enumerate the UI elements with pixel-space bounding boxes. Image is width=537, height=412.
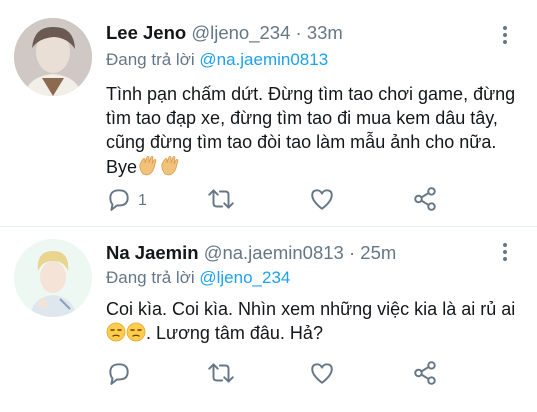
share-icon[interactable] [412, 360, 438, 391]
more-options-icon[interactable] [503, 26, 507, 44]
avatar[interactable] [14, 239, 92, 317]
retweet-icon[interactable] [206, 360, 236, 391]
retweet-button[interactable] [206, 188, 236, 214]
tweet-text-part2: . Lương tâm đâu. Hả? [146, 323, 323, 343]
timestamp[interactable]: 25m [360, 242, 396, 263]
tweet-text-part1: Coi kìa. Coi kìa. Nhìn xem những việc ki… [106, 299, 516, 319]
reply-icon[interactable] [106, 186, 132, 217]
share-icon[interactable] [412, 186, 438, 217]
handle[interactable]: @na.jaemin0813 [204, 242, 344, 263]
timestamp[interactable]: 33m [307, 22, 343, 43]
display-name[interactable]: Lee Jeno [106, 22, 186, 43]
retweet-button[interactable] [206, 362, 236, 388]
like-icon[interactable] [309, 186, 335, 217]
tweet-text: Tình pạn chấm dứt. Đừng tìm tao chơi gam… [106, 82, 516, 182]
reply-mention-link[interactable]: @ljeno_234 [199, 268, 290, 287]
handle[interactable]: @ljeno_234 [191, 22, 290, 43]
waving-hand-icon [159, 154, 181, 182]
tweet[interactable]: Lee Jeno @ljeno_234 · 33m Đang trả lời @… [0, 0, 537, 226]
tweet-text: Coi kìa. Coi kìa. Nhìn xem những việc ki… [106, 297, 516, 348]
display-name[interactable]: Na Jaemin [106, 242, 199, 263]
retweet-icon[interactable] [206, 186, 236, 217]
separator: · [295, 22, 302, 43]
tweet[interactable]: Na Jaemin @na.jaemin0813 · 25m Đang trả … [0, 227, 537, 412]
reply-button[interactable] [106, 362, 138, 388]
like-icon[interactable] [309, 360, 335, 391]
reply-count: 1 [138, 192, 147, 209]
like-button[interactable] [309, 362, 335, 388]
tweet-header: Na Jaemin @na.jaemin0813 · 25m [106, 242, 396, 264]
reply-mention-link[interactable]: @na.jaemin0813 [199, 50, 328, 69]
reply-context: Đang trả lời @ljeno_234 [106, 268, 290, 288]
reply-context: Đang trả lời @na.jaemin0813 [106, 50, 328, 70]
share-button[interactable] [412, 186, 438, 217]
unamused-face-icon [106, 322, 126, 348]
more-options-icon[interactable] [503, 243, 507, 261]
reply-prefix: Đang trả lời [106, 50, 195, 69]
waving-hand-icon [137, 154, 159, 182]
like-button[interactable] [309, 188, 335, 214]
avatar[interactable] [14, 18, 92, 96]
reply-icon[interactable] [106, 360, 132, 391]
tweet-header: Lee Jeno @ljeno_234 · 33m [106, 22, 343, 44]
unamused-face-icon [126, 322, 146, 348]
tweet-actions [106, 360, 438, 391]
share-button[interactable] [412, 360, 438, 391]
reply-button[interactable]: 1 [106, 188, 147, 214]
tweet-actions: 1 [106, 186, 438, 217]
reply-prefix: Đang trả lời [106, 268, 195, 287]
separator: · [348, 242, 356, 263]
